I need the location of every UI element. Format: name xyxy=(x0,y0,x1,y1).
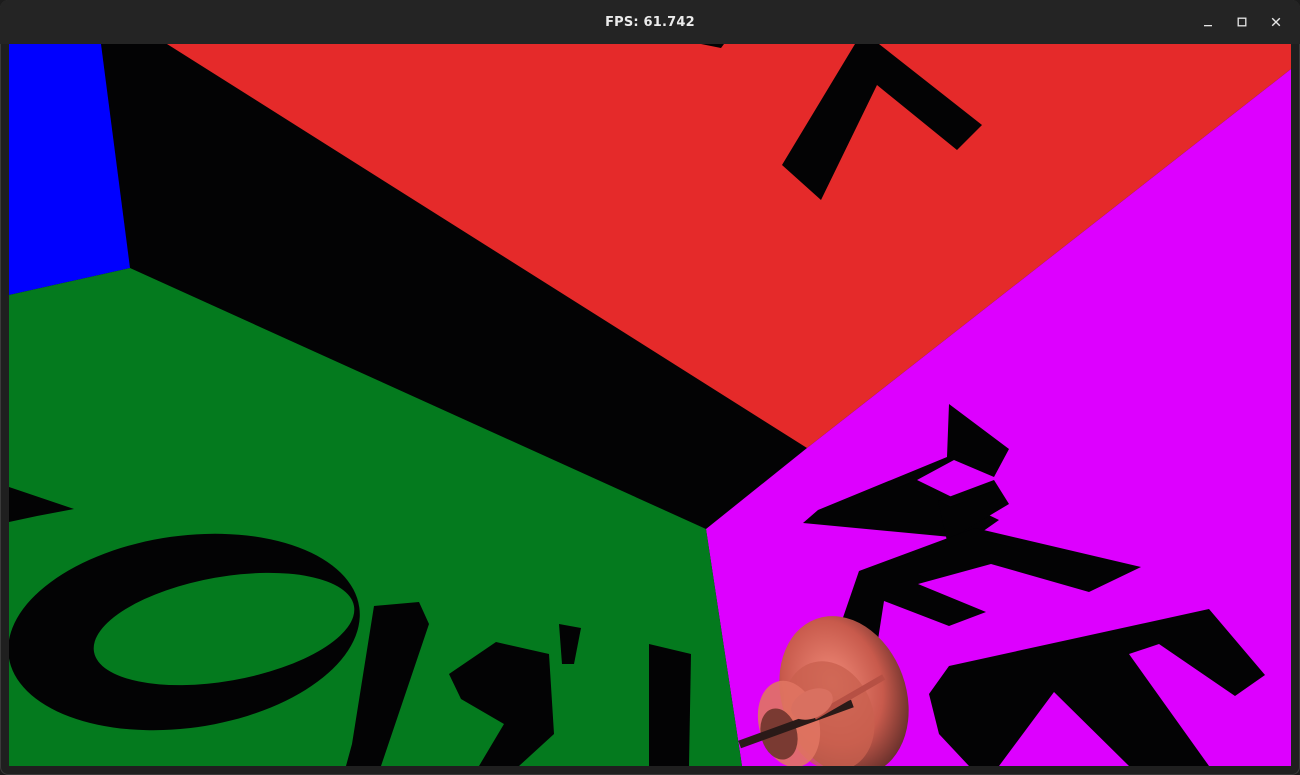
minimize-button[interactable] xyxy=(1194,8,1222,36)
minimize-icon xyxy=(1204,25,1212,27)
maximize-icon xyxy=(1237,17,1247,27)
title-bar[interactable]: FPS: 61.742 xyxy=(0,0,1300,44)
3d-scene xyxy=(9,44,1291,766)
close-icon xyxy=(1271,17,1281,27)
close-button[interactable] xyxy=(1262,8,1290,36)
render-viewport[interactable] xyxy=(9,44,1291,766)
maximize-button[interactable] xyxy=(1228,8,1256,36)
window-title: FPS: 61.742 xyxy=(605,14,695,30)
window-controls xyxy=(1194,0,1290,44)
app-window: FPS: 61.742 xyxy=(0,0,1300,775)
